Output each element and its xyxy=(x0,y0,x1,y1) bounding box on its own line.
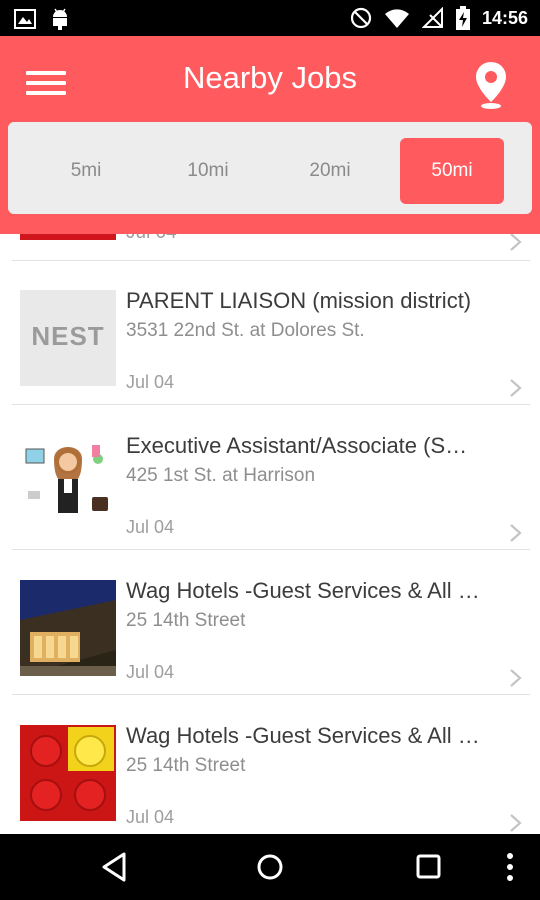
system-nav-bar xyxy=(0,834,540,900)
job-thumbnail xyxy=(20,435,116,531)
job-title: Wag Hotels -Guest Services & All … xyxy=(126,578,480,603)
home-icon[interactable] xyxy=(255,852,285,882)
status-time: 14:56 xyxy=(481,7,528,28)
list-item[interactable]: Executive Assistant/Associate (S… 425 1s… xyxy=(0,405,540,549)
map-pin-icon[interactable] xyxy=(474,60,508,110)
list-item[interactable]: Jul 04 xyxy=(0,234,540,260)
job-list[interactable]: Jul 04 NEST PARENT LIAISON (mission dist… xyxy=(0,234,540,834)
job-date: Jul 04 xyxy=(126,517,175,537)
overflow-menu-icon[interactable] xyxy=(504,852,516,882)
job-title: PARENT LIAISON (mission district) xyxy=(126,288,472,313)
nest-logo: NEST xyxy=(20,290,116,386)
job-thumbnail xyxy=(20,234,116,240)
job-date: Jul 04 xyxy=(126,372,175,392)
recents-icon[interactable] xyxy=(414,852,442,882)
job-title: Executive Assistant/Associate (S… xyxy=(126,433,468,458)
distance-option-50mi[interactable]: 50mi xyxy=(400,138,504,204)
job-title: Wag Hotels -Guest Services & All … xyxy=(126,723,480,748)
job-address: 3531 22nd St. at Dolores St. xyxy=(126,320,365,341)
distance-option-10mi[interactable]: 10mi xyxy=(156,138,260,204)
job-thumbnail xyxy=(20,725,116,821)
do-not-disturb-icon xyxy=(350,7,372,29)
job-thumbnail: NEST xyxy=(20,290,116,386)
page-title: Nearby Jobs xyxy=(182,60,358,95)
status-bar: 14:56 xyxy=(0,0,540,36)
back-icon[interactable] xyxy=(100,852,128,882)
no-signal-icon xyxy=(421,7,443,28)
job-date: Jul 04 xyxy=(126,234,177,244)
list-item[interactable]: Wag Hotels -Guest Services & All … 25 14… xyxy=(0,695,540,834)
assistant-illustration xyxy=(20,435,116,531)
job-address: 25 14th Street xyxy=(126,610,246,631)
svg-text:NEST: NEST xyxy=(31,321,104,351)
wifi-icon xyxy=(384,9,409,28)
job-address: 425 1st St. at Harrison xyxy=(126,465,316,486)
chevron-right-icon xyxy=(510,814,522,832)
chevron-right-icon xyxy=(510,379,522,397)
distance-option-5mi[interactable]: 5mi xyxy=(34,138,138,204)
job-thumbnail xyxy=(20,580,116,676)
chevron-right-icon xyxy=(510,524,522,542)
distance-option-20mi[interactable]: 20mi xyxy=(278,138,382,204)
lego-brick-image xyxy=(20,725,116,821)
distance-filter: 5mi 10mi 20mi 50mi xyxy=(8,122,532,214)
job-address: 25 14th Street xyxy=(126,755,246,776)
chevron-right-icon xyxy=(510,234,522,251)
chevron-right-icon xyxy=(510,669,522,687)
list-item[interactable]: NEST PARENT LIAISON (mission district) 3… xyxy=(0,260,540,404)
battery-charging-icon xyxy=(455,6,470,30)
job-date: Jul 04 xyxy=(126,662,175,682)
job-date: Jul 04 xyxy=(126,807,175,827)
list-item[interactable]: Wag Hotels -Guest Services & All … 25 14… xyxy=(0,550,540,694)
hotel-photo xyxy=(20,580,116,676)
android-icon xyxy=(53,8,67,30)
gallery-icon xyxy=(14,9,36,29)
